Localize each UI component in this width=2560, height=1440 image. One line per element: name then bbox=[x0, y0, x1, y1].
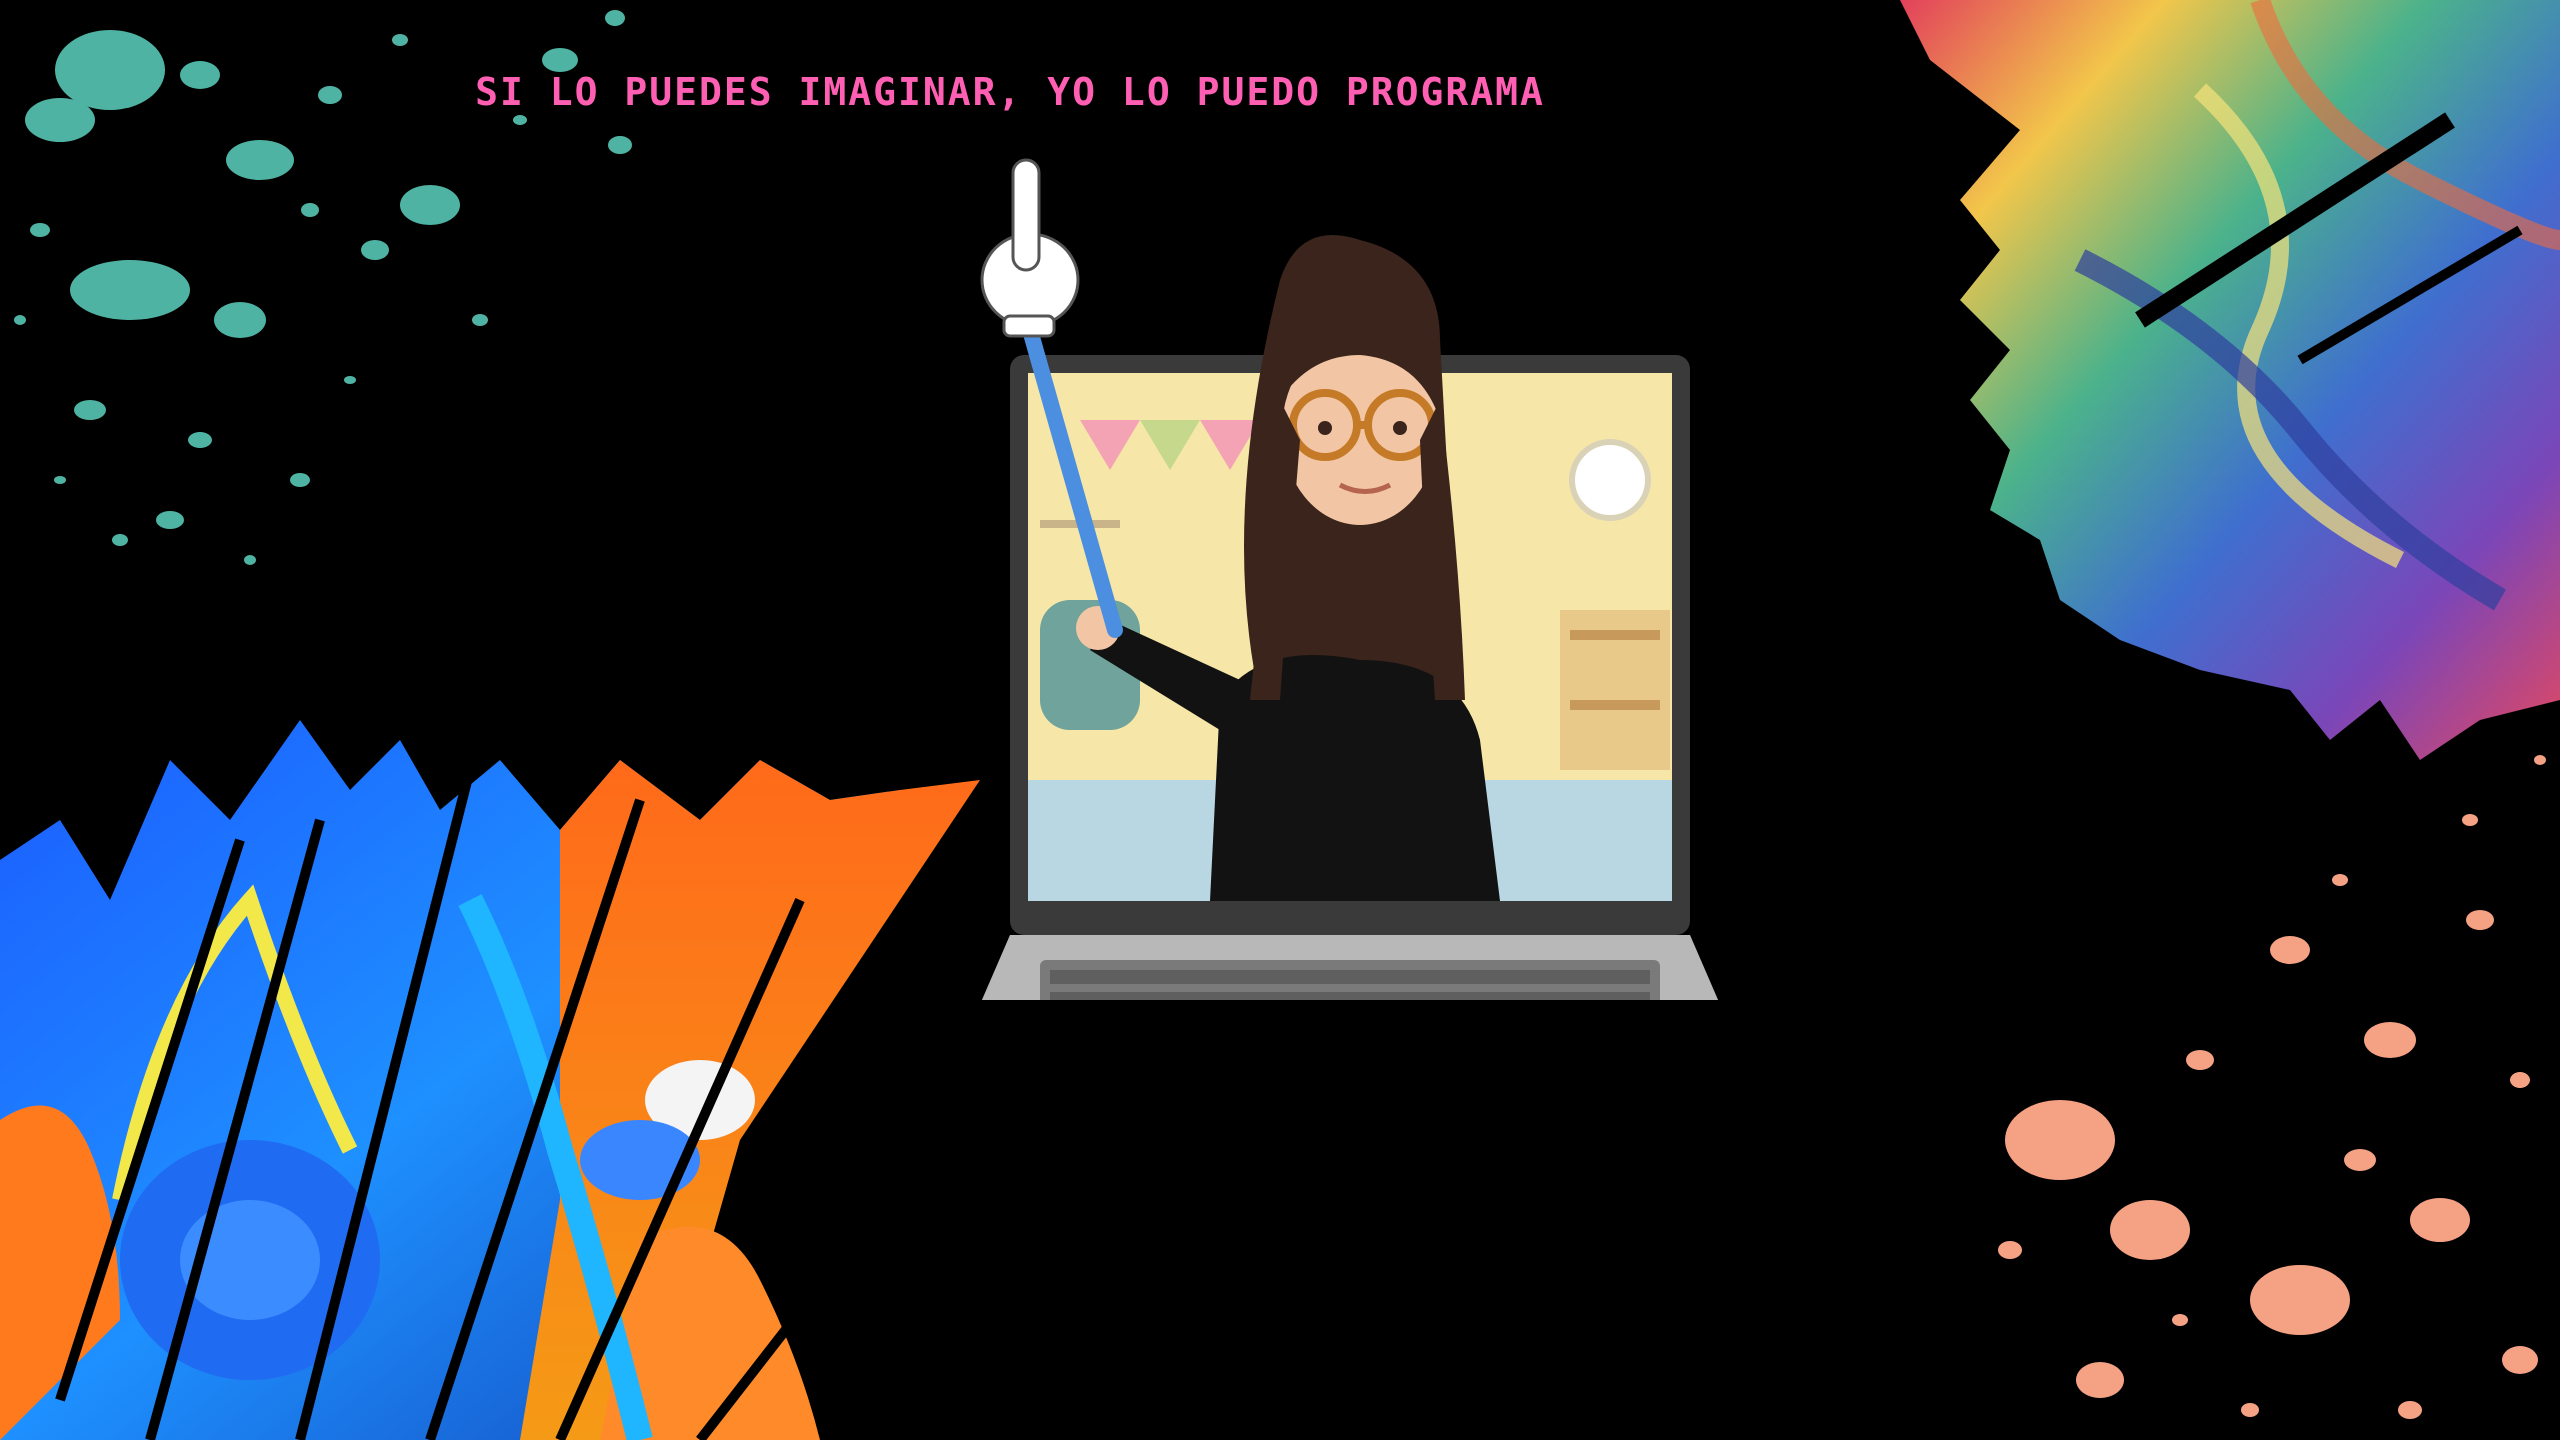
laptop-avatar-illustration bbox=[980, 158, 1719, 1000]
page-headline: SI LO PUEDES IMAGINAR, YO LO PUEDO PROGR… bbox=[475, 70, 1545, 114]
hero-canvas: SI LO PUEDES IMAGINAR, YO LO PUEDO PROGR… bbox=[0, 0, 2560, 1440]
